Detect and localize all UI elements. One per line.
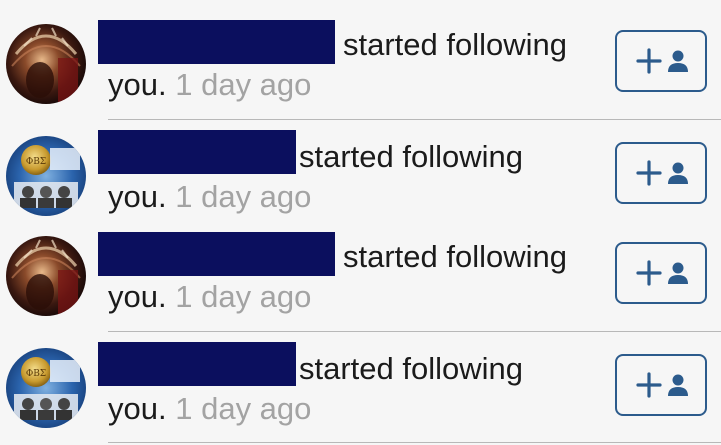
notification-subline: you. 1 day ago	[108, 181, 311, 212]
redacted-username[interactable]	[98, 232, 335, 276]
follow-back-button[interactable]	[615, 242, 707, 304]
follow-back-button[interactable]	[615, 354, 707, 416]
notification-feed: started following you. 1 day ago ΦΒΣ sta…	[0, 0, 721, 445]
you-text: you.	[108, 391, 167, 426]
tribal-headdress-avatar[interactable]	[6, 236, 86, 316]
notification-subline: you. 1 day ago	[108, 393, 311, 424]
action-text: started following	[343, 27, 568, 62]
redacted-username[interactable]	[98, 342, 296, 386]
notification-row: started following you. 1 day ago	[0, 212, 721, 332]
action-text: started following	[299, 351, 524, 386]
timestamp: 1 day ago	[175, 391, 312, 426]
you-text: you.	[108, 179, 167, 214]
plus-person-icon	[636, 260, 688, 286]
tribal-headdress-avatar[interactable]	[6, 24, 86, 104]
notification-subline: you. 1 day ago	[108, 281, 311, 312]
plus-person-icon	[636, 48, 688, 74]
notification-row: ΦΒΣ started following you. 1 day ago	[0, 324, 721, 443]
you-text: you.	[108, 279, 167, 314]
action-text: started following	[343, 239, 568, 274]
svg-text:ΦΒΣ: ΦΒΣ	[26, 157, 46, 167]
timestamp: 1 day ago	[175, 279, 312, 314]
fraternity-seal-avatar[interactable]: ΦΒΣ	[6, 348, 86, 428]
action-text: started following	[299, 139, 524, 174]
redacted-username[interactable]	[98, 130, 296, 174]
plus-person-icon	[636, 372, 688, 398]
fraternity-seal-avatar[interactable]: ΦΒΣ	[6, 136, 86, 216]
row-divider	[108, 442, 721, 443]
redacted-username[interactable]	[98, 20, 335, 64]
timestamp: 1 day ago	[175, 67, 312, 102]
svg-text:ΦΒΣ: ΦΒΣ	[26, 369, 46, 379]
notification-subline: you. 1 day ago	[108, 69, 311, 100]
notification-row: started following you. 1 day ago	[0, 0, 721, 120]
follow-back-button[interactable]	[615, 30, 707, 92]
follow-back-button[interactable]	[615, 142, 707, 204]
timestamp: 1 day ago	[175, 179, 312, 214]
notification-row: ΦΒΣ started following you. 1 day ago	[0, 112, 721, 224]
you-text: you.	[108, 67, 167, 102]
plus-person-icon	[636, 160, 688, 186]
